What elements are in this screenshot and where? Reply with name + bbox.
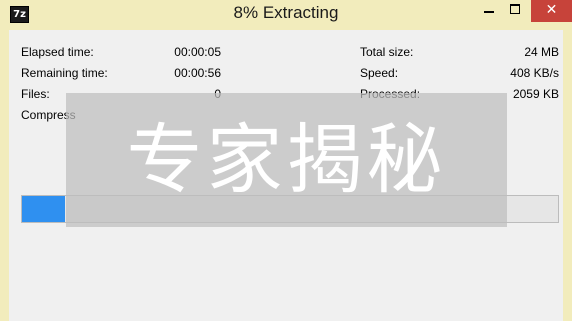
remaining-time-label: Remaining time:: [21, 66, 108, 80]
close-icon: ✕: [545, 2, 558, 18]
total-size-label: Total size:: [360, 45, 414, 59]
minimize-button[interactable]: [476, 0, 502, 22]
elapsed-time-value: 00:00:05: [174, 45, 221, 59]
maximize-icon: [510, 4, 520, 14]
maximize-button[interactable]: [502, 0, 528, 22]
progress-fill: [22, 196, 65, 222]
minimize-icon: [484, 11, 494, 13]
speed-value: 408 KB/s: [510, 66, 559, 80]
remaining-time-value: 00:00:56: [174, 66, 221, 80]
total-size-value: 24 MB: [524, 45, 559, 59]
files-label: Files:: [21, 87, 50, 101]
speed-label: Speed:: [360, 66, 399, 80]
close-button[interactable]: ✕: [531, 0, 572, 22]
elapsed-time-label: Elapsed time:: [21, 45, 94, 59]
watermark-overlay: 专家揭秘: [66, 93, 507, 227]
title-bar[interactable]: 7z 8% Extracting ✕: [0, 0, 572, 29]
